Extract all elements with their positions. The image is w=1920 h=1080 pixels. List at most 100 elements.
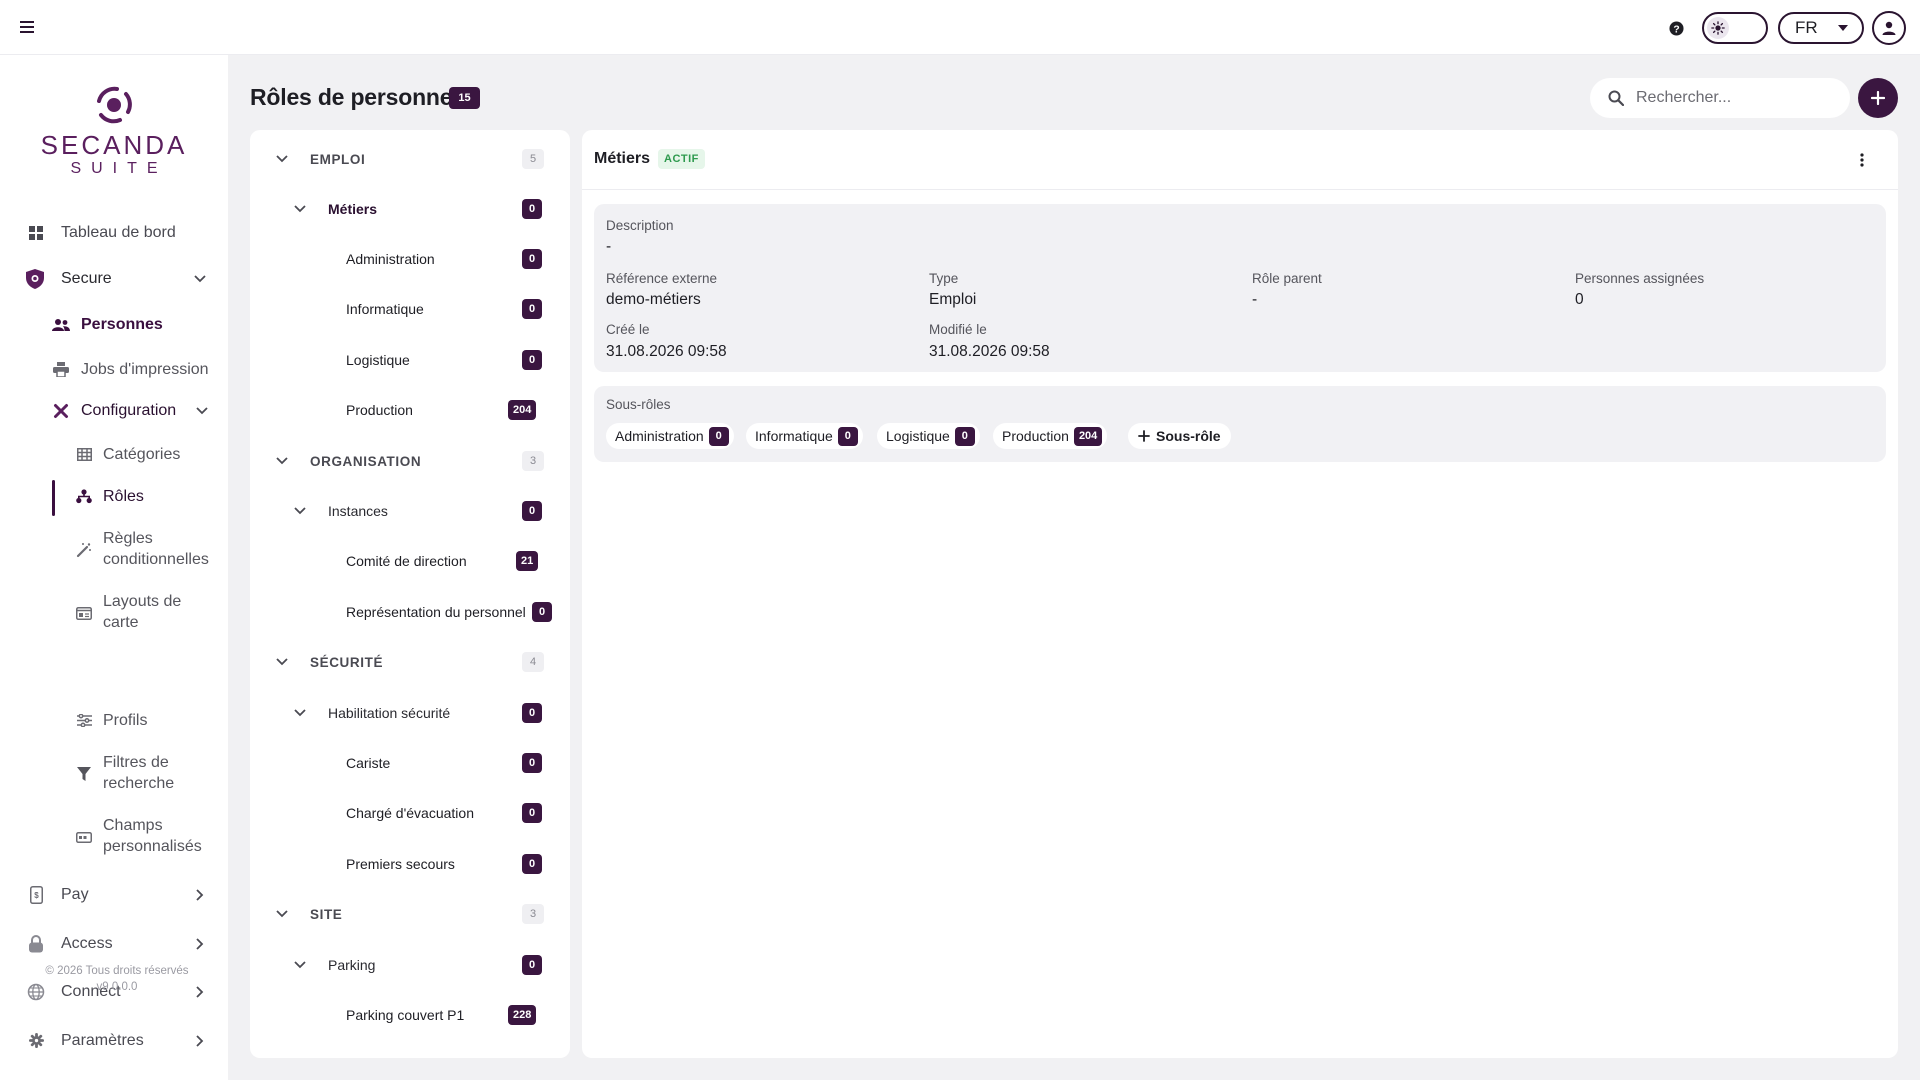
nav-tableau-de-bord[interactable]: Tableau de bord — [0, 222, 228, 243]
nav-jobs-impression[interactable]: Jobs d'impression — [0, 359, 228, 380]
subrole-chip-label: Logistique — [886, 428, 950, 444]
lock-icon — [27, 934, 45, 953]
nav-personnes[interactable]: Personnes — [0, 314, 228, 335]
nav-filtres-de-recherche[interactable]: Filtres de recherche — [0, 752, 228, 794]
tree-count: 0 — [532, 602, 552, 622]
tree-section-securite[interactable]: SÉCURITÉ 4 — [250, 647, 570, 677]
tree-item-representation-du-personnel[interactable]: Représentation du personnel 0 — [250, 597, 570, 627]
nav-roles[interactable]: Rôles — [0, 486, 228, 507]
menu-icon[interactable] — [16, 16, 38, 38]
tree-item-production[interactable]: Production 204 — [250, 395, 570, 425]
tree-item-cariste[interactable]: Cariste 0 — [250, 748, 570, 778]
nav-label: Configuration — [81, 402, 177, 419]
subrole-chip-count: 0 — [954, 426, 975, 446]
dashboard-icon — [27, 224, 45, 242]
help-icon[interactable]: ? — [1666, 18, 1686, 38]
roles-count-badge: 15 — [449, 87, 480, 109]
add-subrole-button[interactable]: Sous-rôle — [1128, 423, 1231, 449]
search-input[interactable] — [1636, 89, 1836, 107]
brand-name: SECANDA — [40, 130, 188, 160]
sun-icon — [1707, 17, 1729, 39]
tree-item-metiers[interactable]: Métiers 0 — [250, 194, 570, 224]
plus-icon — [1871, 91, 1885, 105]
theme-toggle[interactable] — [1702, 12, 1768, 44]
tree-label: ORGANISATION — [310, 453, 422, 469]
chevron-down-icon[interactable] — [292, 201, 308, 217]
chevron-down-icon[interactable] — [292, 503, 308, 519]
chevron-down-icon[interactable] — [292, 705, 308, 721]
nav-label: Layouts de carte — [103, 593, 182, 631]
tree-section-emploi[interactable]: EMPLOI 5 — [250, 144, 570, 174]
type-value: Emploi — [929, 291, 977, 308]
nav-profils[interactable]: Profils — [0, 710, 228, 731]
nav-layouts-de-carte[interactable]: Layouts de carte — [0, 591, 228, 633]
tree-item-comite-de-direction[interactable]: Comité de direction 21 — [250, 546, 570, 576]
nav-secure[interactable]: Secure — [0, 268, 228, 289]
tree-item-habilitation-securite[interactable]: Habilitation sécurité 0 — [250, 698, 570, 728]
tree-item-instances[interactable]: Instances 0 — [250, 496, 570, 526]
detail-title: Métiers — [594, 150, 651, 167]
shield-icon — [26, 268, 44, 289]
parent-role-label: Rôle parent — [1252, 271, 1322, 286]
nav-parametres[interactable]: Paramètres — [0, 1030, 228, 1051]
nav-configuration[interactable]: Configuration — [0, 400, 228, 421]
tree-item-informatique[interactable]: Informatique 0 — [250, 294, 570, 324]
nav-regles-conditionnelles[interactable]: Règles conditionnelles — [0, 528, 228, 570]
tree-count: 0 — [522, 249, 542, 269]
search-bar[interactable] — [1590, 78, 1850, 118]
tree-item-administration[interactable]: Administration 0 — [250, 244, 570, 274]
modified-label: Modifié le — [929, 322, 987, 337]
assigned-persons-value: 0 — [1575, 291, 1584, 308]
svg-text:?: ? — [1673, 24, 1679, 35]
nav-access[interactable]: Access — [0, 933, 228, 954]
chevron-down-icon[interactable] — [274, 453, 290, 469]
tree-count: 0 — [522, 703, 542, 723]
parent-role-value: - — [1252, 291, 1258, 308]
subrole-chip-label: Administration — [615, 428, 704, 444]
tree-label: Informatique — [346, 301, 424, 317]
payment-terminal-icon: $ — [27, 885, 45, 904]
subrole-chip[interactable]: Administration 0 — [606, 423, 734, 449]
user-account-icon[interactable] — [1872, 11, 1906, 45]
language-select[interactable]: FR — [1778, 12, 1864, 44]
tree-count: 0 — [522, 199, 542, 219]
tree-count: 0 — [522, 854, 542, 874]
tree-label: Métiers — [328, 201, 378, 217]
top-bar: ? FR — [0, 0, 1920, 55]
svg-text:$: $ — [34, 891, 39, 900]
tree-count: 4 — [522, 652, 544, 672]
external-ref-label: Référence externe — [606, 271, 718, 286]
tree-label: Logistique — [346, 352, 410, 368]
nav-pay[interactable]: $ Pay — [0, 884, 228, 905]
tree-item-parking-couvert-p1[interactable]: Parking couvert P1 228 — [250, 1000, 570, 1030]
chevron-down-icon[interactable] — [274, 906, 290, 922]
tree-section-site[interactable]: SITE 3 — [250, 899, 570, 929]
add-role-button[interactable] — [1858, 78, 1898, 118]
nav-categories[interactable]: Catégories — [0, 444, 228, 465]
chevron-down-icon[interactable] — [274, 654, 290, 670]
tree-section-organisation[interactable]: ORGANISATION 3 — [250, 446, 570, 476]
nav-label: Tableau de bord — [61, 224, 176, 241]
sidebar: SECANDA SUITE Tableau de bord Secure Per… — [0, 55, 228, 1080]
subrole-chip[interactable]: Logistique 0 — [877, 423, 980, 449]
subrole-chip-label: Production — [1002, 428, 1069, 444]
tree-item-parking[interactable]: Parking 0 — [250, 950, 570, 980]
tree-item-premiers-secours[interactable]: Premiers secours 0 — [250, 849, 570, 879]
gear-icon — [27, 1032, 45, 1050]
chevron-down-icon[interactable] — [292, 957, 308, 973]
hierarchy-icon — [75, 488, 93, 506]
tree-count: 0 — [522, 299, 542, 319]
chevron-down-icon[interactable] — [274, 151, 290, 167]
tree-item-logistique[interactable]: Logistique 0 — [250, 345, 570, 375]
nav-label: Paramètres — [61, 1032, 144, 1049]
people-icon — [52, 316, 70, 334]
nav-label: Personnes — [81, 316, 163, 333]
tree-item-charge-evacuation[interactable]: Chargé d'évacuation 0 — [250, 798, 570, 828]
subrole-chip[interactable]: Production 204 — [993, 423, 1108, 449]
nav-champs-personnalises[interactable]: Champs personnalisés — [0, 815, 228, 857]
more-options-icon[interactable] — [1852, 150, 1872, 170]
tree-label: Administration — [346, 251, 435, 267]
tree-label: Représentation du personnel — [346, 604, 526, 620]
subrole-chip[interactable]: Informatique 0 — [746, 423, 863, 449]
chevron-right-icon — [196, 1034, 204, 1047]
